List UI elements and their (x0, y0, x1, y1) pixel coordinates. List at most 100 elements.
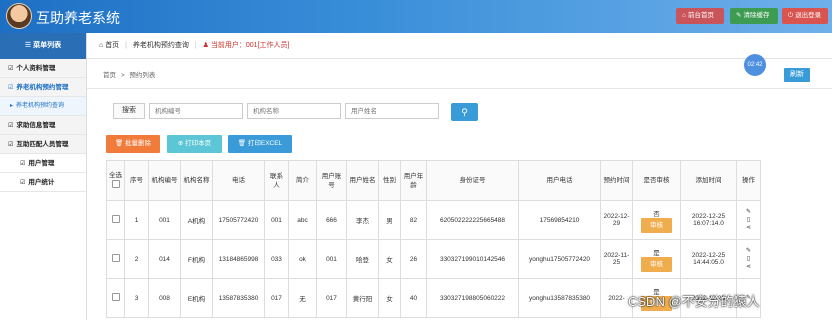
select-all-checkbox[interactable] (111, 179, 120, 188)
clear-cache-button[interactable]: ✎ 清除缓存 (730, 8, 778, 24)
time-badge: 02:42 (744, 54, 766, 76)
refresh-button[interactable]: 刷新 (784, 68, 810, 82)
cell-appt-date: 2022-11-25 (600, 239, 633, 279)
breadcrumb: ⌂ 首页 | 养老机构预约查询 | ♟ 当前用户：001[工作人员] (87, 33, 832, 59)
edit-icon: ☑ (8, 142, 14, 148)
cell-org-no: 014 (148, 239, 181, 279)
cell-contact: 033 (264, 239, 289, 279)
cell-appt-date: 2022-12-29 (600, 200, 633, 240)
cell-id-card: 330327198805060222 (426, 278, 519, 318)
app-logo (6, 3, 32, 29)
sidebar-item-help-info[interactable]: ☑ 求助信息管理 (0, 116, 86, 135)
sidebar-item-user-stats[interactable]: ☑ 用户统计 (0, 173, 86, 192)
cell-account: 666 (316, 200, 347, 240)
table-row: 2 014 F机构 13184865998 033 ok 001 哈登 女 26… (106, 239, 761, 279)
cell-org-name: F机构 (180, 239, 213, 279)
menu-icon: ☰ (24, 42, 34, 49)
search-icon: ⚲ (461, 107, 468, 117)
cell-user-phone: 17569854210 (518, 200, 601, 240)
power-icon: ⏻ (788, 12, 794, 19)
cell-gender: 女 (378, 278, 401, 318)
edit-icon: ☑ (8, 66, 14, 72)
cell-phone: 13587835380 (212, 278, 265, 318)
user-icon: ♟ (202, 42, 211, 49)
cell-age: 82 (400, 200, 427, 240)
row-select-cell (106, 278, 125, 318)
row-select-cell (106, 200, 125, 240)
breadcrumb-separator: | (125, 42, 127, 49)
review-button[interactable]: 审核 (641, 256, 672, 272)
col-reviewed: 是否审核 (632, 160, 681, 201)
col-user-name: 用户姓名 (346, 160, 379, 201)
trash-icon: 🗑 (114, 140, 126, 147)
reviewed-value: 否 (653, 210, 660, 218)
col-gender: 性别 (378, 160, 401, 201)
sidebar-item-profile[interactable]: ☑ 个人资料管理 (0, 59, 86, 78)
app-title: 互助养老系统 (36, 10, 120, 26)
sidebar-item-matching[interactable]: ☑ 互助匹配人员管理 (0, 135, 86, 154)
sidebar-item-users[interactable]: ☑ 用户管理 (0, 154, 86, 173)
cell-account: 017 (316, 278, 347, 318)
row-checkbox[interactable] (111, 293, 120, 301)
cell-id-card: 620502222225665488 (426, 200, 519, 240)
cell-age: 26 (400, 239, 427, 279)
home-icon: ⌂ (682, 12, 686, 19)
cell-contact: 001 (264, 200, 289, 240)
cell-added: 2022-12-25 14:44:05.0 (680, 239, 737, 279)
cell-intro: abc (288, 200, 317, 240)
sidebar: ☰ 菜单列表 ☑ 个人资料管理 ☑ 养老机构预约管理 ▸ 养老机构预约查询 ☑ 求助信息… (0, 33, 87, 320)
cell-intro: 无 (288, 278, 317, 318)
col-ops: 操作 (736, 160, 761, 201)
org-no-input[interactable] (149, 103, 243, 119)
current-user: 当前用户：001[工作人员] (210, 42, 290, 49)
row-checkbox[interactable] (111, 215, 120, 223)
cell-reviewed: 否审核 (632, 200, 681, 240)
content-path: 首页 > 预约列表 (103, 72, 156, 79)
cell-user-name: 哈登 (346, 239, 379, 279)
sidebar-item-appointment-query[interactable]: ▸ 养老机构预约查询 (0, 97, 86, 116)
col-org-no: 机构编号 (148, 160, 181, 201)
cell-org-name: A机构 (180, 200, 213, 240)
row-checkbox[interactable] (111, 254, 120, 262)
edit-icon: ☑ (20, 161, 26, 167)
sidebar-item-appointments[interactable]: ☑ 养老机构预约管理 (0, 78, 86, 97)
sidebar-header: ☰ 菜单列表 (0, 33, 86, 59)
breadcrumb-home[interactable]: 首页 (105, 42, 119, 49)
top-bar: 互助养老系统 ⌂ 前台首页 ✎ 清除缓存 ⏻ 退出登录 (0, 0, 832, 33)
cell-no: 2 (124, 239, 149, 279)
col-user-phone: 用户电话 (518, 160, 601, 201)
cell-account: 001 (316, 239, 347, 279)
search-button[interactable]: ⚲ (451, 103, 478, 121)
cell-no: 1 (124, 200, 149, 240)
cell-phone: 13184865998 (212, 239, 265, 279)
cell-org-no: 008 (148, 278, 181, 318)
logout-button[interactable]: ⏻ 退出登录 (782, 8, 828, 24)
cell-intro: ok (288, 239, 317, 279)
cell-contact: 017 (264, 278, 289, 318)
cell-gender: 女 (378, 239, 401, 279)
org-name-input[interactable] (247, 103, 341, 119)
table-header-row: 全选 序号 机构编号 机构名称 电话 联系人 简介 用户账号 用户姓名 性别 用… (106, 160, 761, 201)
share-icon[interactable]: ⋖ (746, 264, 751, 270)
view-icon[interactable]: ▯ (747, 256, 750, 262)
col-added: 添加时间 (680, 160, 737, 201)
review-button[interactable]: 审核 (641, 217, 672, 233)
user-name-input[interactable] (345, 103, 439, 119)
col-id-card: 身份证号 (426, 160, 519, 201)
share-icon[interactable]: ⋖ (746, 225, 751, 231)
col-intro: 简介 (288, 160, 317, 201)
cell-added: 2022-12-25 16:07:14.0 (680, 200, 737, 240)
col-no: 序号 (124, 160, 149, 201)
cell-user-phone: yonghu13587835380 (518, 278, 601, 318)
view-icon[interactable]: ▯ (747, 217, 750, 223)
front-home-button[interactable]: ⌂ 前台首页 (676, 8, 724, 24)
col-org-name: 机构名称 (180, 160, 213, 201)
edit-icon[interactable]: ✎ (746, 248, 751, 254)
batch-delete-button[interactable]: 🗑 批量删除 (106, 135, 160, 153)
edit-icon[interactable]: ✎ (746, 209, 751, 215)
col-account: 用户账号 (316, 160, 347, 201)
trash-icon: 🗑 (237, 140, 248, 147)
cell-age: 40 (400, 278, 427, 318)
print-excel-button[interactable]: 🗑 打印EXCEL (228, 135, 292, 153)
print-page-button[interactable]: ⊕ 打印本页 (167, 135, 222, 153)
